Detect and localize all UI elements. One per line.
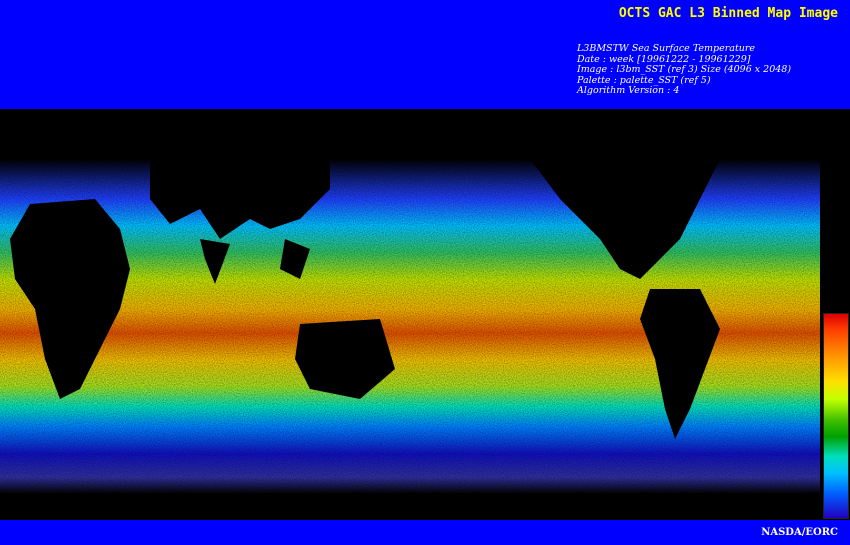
footer-bar: NASDA/EORC [0, 520, 850, 545]
sst-world-map [0, 109, 850, 520]
sst-map-graphic [0, 159, 820, 520]
header-bar: OCTS GAC L3 Binned Map Image L3BMSTW Sea… [0, 0, 850, 109]
meta-product: L3BMSTW Sea Surface Temperature [577, 43, 756, 54]
land-antarctica [0, 494, 820, 520]
map-title: OCTS GAC L3 Binned Map Image [618, 6, 838, 21]
sst-color-scale [823, 313, 849, 519]
agency-credit: NASDA/EORC [761, 527, 838, 538]
meta-algorithm: Algorithm Version : 4 [577, 85, 680, 96]
meta-image: Image : l3bm_SST (ref 3) Size (4096 x 20… [577, 64, 792, 75]
metadata-block: L3BMSTW Sea Surface Temperature Date : w… [577, 43, 792, 97]
